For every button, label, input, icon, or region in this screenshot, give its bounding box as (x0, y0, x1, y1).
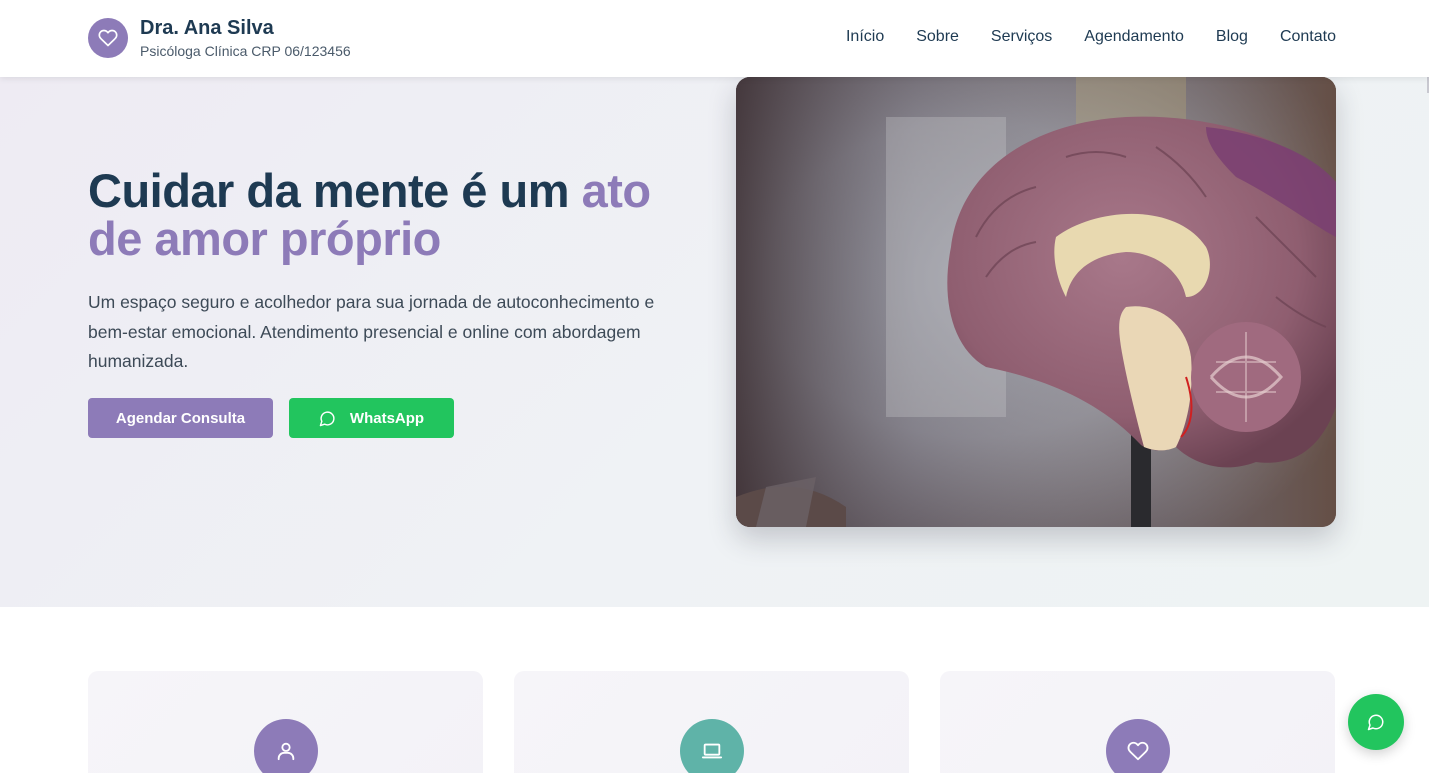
brand-name: Dra. Ana Silva (140, 17, 274, 39)
service-card-care[interactable] (940, 671, 1335, 773)
service-card-online[interactable] (514, 671, 909, 773)
brain-model-image (736, 77, 1336, 527)
nav-item-inicio[interactable]: Início (846, 28, 884, 46)
chat-bubble-icon (319, 410, 336, 427)
hero-title: Cuidar da mente é um ato de amor próprio (88, 167, 708, 263)
hero-title-main: Cuidar da mente é um (88, 164, 582, 217)
nav-item-contato[interactable]: Contato (1280, 28, 1336, 46)
site-header: Dra. Ana Silva Psicóloga Clínica CRP 06/… (0, 0, 1429, 77)
nav-item-blog[interactable]: Blog (1216, 28, 1248, 46)
hero-description: Um espaço seguro e acolhedor para sua jo… (88, 292, 655, 371)
whatsapp-button-label: WhatsApp (349, 409, 425, 427)
whatsapp-button[interactable]: WhatsApp (289, 398, 454, 438)
schedule-button[interactable]: Agendar Consulta (88, 398, 273, 438)
chat-bubble-icon (1367, 713, 1385, 731)
user-icon (253, 719, 318, 773)
floating-whatsapp-button[interactable] (1348, 694, 1404, 750)
service-card-presencial[interactable] (88, 671, 483, 773)
brand-subtitle: Psicóloga Clínica CRP 06/123456 (140, 43, 351, 59)
nav-item-servicos[interactable]: Serviços (991, 28, 1052, 46)
main-nav: Início Sobre Serviços Agendamento Blog C… (846, 28, 1336, 46)
nav-item-sobre[interactable]: Sobre (916, 28, 959, 46)
logo[interactable]: Dra. Ana Silva Psicóloga Clínica CRP 06/… (88, 17, 351, 59)
laptop-icon (679, 719, 744, 773)
hero-section: Cuidar da mente é um ato de amor próprio… (0, 77, 1429, 607)
heart-icon (88, 18, 128, 58)
nav-item-agendamento[interactable]: Agendamento (1084, 28, 1184, 46)
heart-icon (1105, 719, 1170, 773)
